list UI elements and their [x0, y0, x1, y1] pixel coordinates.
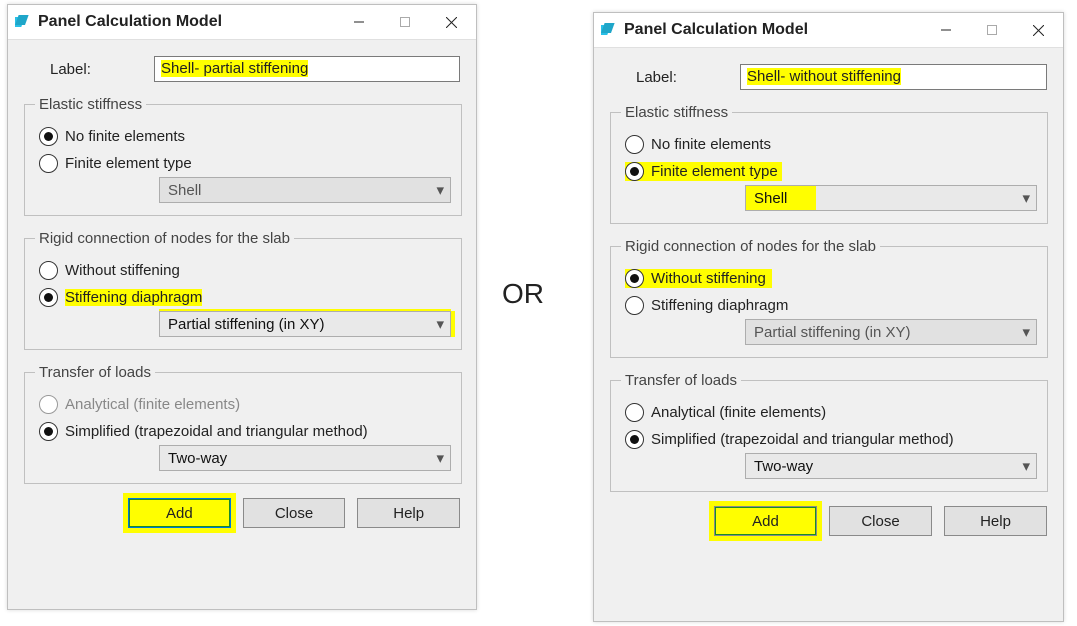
group-elastic-legend: Elastic stiffness	[621, 104, 732, 121]
titlebar[interactable]: Panel Calculation Model	[594, 13, 1063, 48]
close-button[interactable]: Close	[829, 506, 932, 536]
group-rigid-connection: Rigid connection of nodes for the slab W…	[24, 230, 462, 350]
maximize-button[interactable]	[382, 5, 428, 39]
radio-no-finite-elements[interactable]: No finite elements	[625, 135, 1037, 154]
label-value-highlight: Shell- without stiffening	[747, 68, 901, 85]
group-transfer-legend: Transfer of loads	[35, 364, 155, 381]
radio-icon	[39, 154, 58, 173]
label-caption: Label:	[610, 69, 740, 86]
minimize-button[interactable]	[923, 13, 969, 47]
close-icon[interactable]	[428, 5, 474, 39]
combo-fe-type[interactable]: Shell ▾	[745, 185, 1037, 211]
combo-fe-type: Shell ▾	[159, 177, 451, 203]
radio-simplified[interactable]: Simplified (trapezoidal and triangular m…	[39, 422, 451, 441]
radio-label: Analytical (finite elements)	[65, 396, 240, 413]
radio-analytical: Analytical (finite elements)	[39, 395, 451, 414]
radio-without-stiffening[interactable]: Without stiffening	[625, 269, 772, 288]
group-transfer-loads: Transfer of loads Analytical (finite ele…	[610, 372, 1048, 492]
or-separator: OR	[502, 278, 544, 310]
group-rigid-connection: Rigid connection of nodes for the slab W…	[610, 238, 1048, 358]
help-button[interactable]: Help	[944, 506, 1047, 536]
add-button[interactable]: Add	[714, 506, 817, 536]
combo-stiffening[interactable]: Partial stiffening (in XY) ▾	[159, 311, 451, 337]
chevron-down-icon: ▾	[436, 315, 444, 333]
radio-icon	[39, 395, 58, 414]
radio-label: Stiffening diaphragm	[65, 289, 202, 306]
radio-finite-element-type[interactable]: Finite element type	[625, 162, 782, 181]
radio-icon	[625, 430, 644, 449]
panel-calc-dialog-right: Panel Calculation Model Label: Shell- wi…	[593, 12, 1064, 622]
app-icon	[600, 21, 618, 39]
group-elastic-stiffness: Elastic stiffness No finite elements Fin…	[24, 96, 462, 216]
group-transfer-loads: Transfer of loads Analytical (finite ele…	[24, 364, 462, 484]
combo-text: Partial stiffening (in XY)	[754, 324, 1022, 341]
group-elastic-stiffness: Elastic stiffness No finite elements Fin…	[610, 104, 1048, 224]
label-input[interactable]: Shell- without stiffening	[740, 64, 1047, 90]
combo-load-distribution[interactable]: Two-way ▾	[159, 445, 451, 471]
radio-analytical[interactable]: Analytical (finite elements)	[625, 403, 1037, 422]
radio-icon	[625, 403, 644, 422]
radio-icon	[625, 269, 644, 288]
radio-icon	[625, 135, 644, 154]
radio-icon	[39, 422, 58, 441]
radio-label: Simplified (trapezoidal and triangular m…	[65, 423, 368, 440]
combo-text: Shell	[168, 182, 436, 199]
radio-without-stiffening[interactable]: Without stiffening	[39, 261, 451, 280]
chevron-down-icon: ▾	[436, 181, 444, 199]
radio-label: Without stiffening	[651, 270, 766, 287]
combo-load-distribution[interactable]: Two-way ▾	[745, 453, 1037, 479]
label-input[interactable]: Shell- partial stiffening	[154, 56, 460, 82]
group-elastic-legend: Elastic stiffness	[35, 96, 146, 113]
titlebar[interactable]: Panel Calculation Model	[8, 5, 476, 40]
add-button[interactable]: Add	[128, 498, 231, 528]
window-title: Panel Calculation Model	[624, 21, 808, 39]
combo-stiffening: Partial stiffening (in XY) ▾	[745, 319, 1037, 345]
maximize-button[interactable]	[969, 13, 1015, 47]
radio-icon	[625, 162, 644, 181]
radio-no-finite-elements[interactable]: No finite elements	[39, 127, 451, 146]
chevron-down-icon: ▾	[1022, 323, 1030, 341]
radio-icon	[625, 296, 644, 315]
help-button[interactable]: Help	[357, 498, 460, 528]
radio-stiffening-diaphragm[interactable]: Stiffening diaphragm	[625, 296, 1037, 315]
combo-text: Shell	[754, 190, 1022, 207]
label-value-highlight: Shell- partial stiffening	[161, 60, 308, 77]
radio-label: Stiffening diaphragm	[651, 297, 788, 314]
radio-finite-element-type[interactable]: Finite element type	[39, 154, 451, 173]
app-icon	[14, 13, 32, 31]
label-caption: Label:	[24, 61, 154, 78]
group-rigid-legend: Rigid connection of nodes for the slab	[35, 230, 294, 247]
group-transfer-legend: Transfer of loads	[621, 372, 741, 389]
radio-label: Analytical (finite elements)	[651, 404, 826, 421]
close-icon[interactable]	[1015, 13, 1061, 47]
radio-label: Finite element type	[65, 155, 192, 172]
combo-text: Two-way	[754, 458, 1022, 475]
chevron-down-icon: ▾	[436, 449, 444, 467]
combo-text: Partial stiffening (in XY)	[168, 316, 436, 333]
radio-label: Finite element type	[651, 163, 778, 180]
radio-icon	[39, 288, 58, 307]
radio-simplified[interactable]: Simplified (trapezoidal and triangular m…	[625, 430, 1037, 449]
radio-icon	[39, 261, 58, 280]
window-title: Panel Calculation Model	[38, 13, 222, 31]
radio-stiffening-diaphragm[interactable]: Stiffening diaphragm	[39, 288, 451, 307]
group-rigid-legend: Rigid connection of nodes for the slab	[621, 238, 880, 255]
radio-label: Simplified (trapezoidal and triangular m…	[651, 431, 954, 448]
chevron-down-icon: ▾	[1022, 189, 1030, 207]
radio-label: No finite elements	[651, 136, 771, 153]
combo-text: Two-way	[168, 450, 436, 467]
radio-label: Without stiffening	[65, 262, 180, 279]
close-button[interactable]: Close	[243, 498, 346, 528]
chevron-down-icon: ▾	[1022, 457, 1030, 475]
minimize-button[interactable]	[336, 5, 382, 39]
panel-calc-dialog-left: Panel Calculation Model Label: Shell- pa…	[7, 4, 477, 610]
radio-label: No finite elements	[65, 128, 185, 145]
radio-icon	[39, 127, 58, 146]
